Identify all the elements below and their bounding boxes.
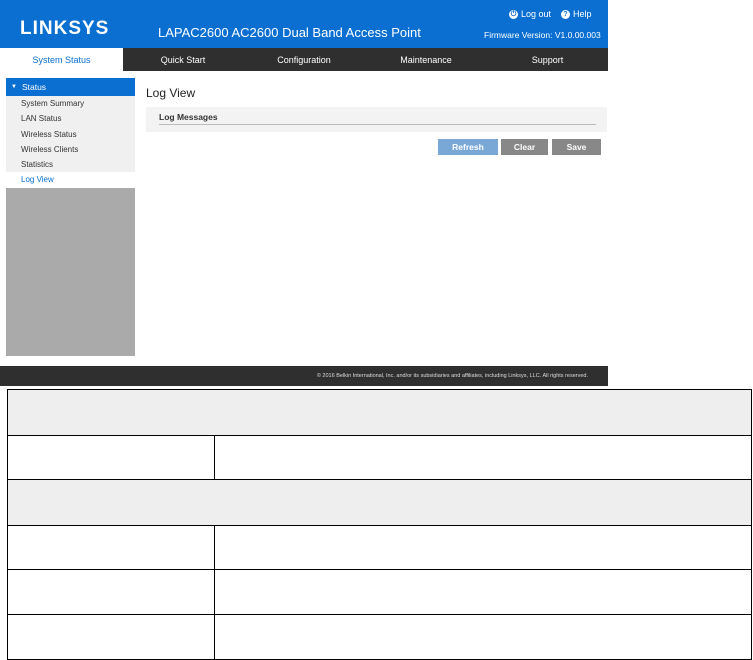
linksys-logo: LINKSYS (20, 18, 110, 39)
copyright-text: © 2016 Belkin International, Inc. and/or… (316, 373, 588, 379)
tab-quick-start[interactable]: Quick Start (123, 48, 243, 71)
sidebar-item-log-view[interactable]: Log View (6, 172, 135, 188)
sidebar-item-lan-status[interactable]: LAN Status (6, 111, 135, 126)
help-link[interactable]: ? Help (561, 8, 592, 20)
sidebar-item-wireless-clients[interactable]: Wireless Clients (6, 142, 135, 157)
sidebar-group-label: Status (21, 82, 47, 92)
tab-maintenance[interactable]: Maintenance (365, 48, 487, 71)
sidebar-item-system-summary[interactable]: System Summary (6, 96, 135, 111)
screenshot: LINKSYS LAPAC2600 AC2600 Dual Band Acces… (0, 0, 608, 386)
table-cell (7, 525, 215, 570)
tab-system-status[interactable]: System Status (0, 48, 123, 71)
table-cell (213, 614, 753, 660)
refresh-button[interactable]: Refresh (438, 139, 498, 155)
help-icon: ? (561, 9, 570, 19)
table-cell (213, 569, 753, 615)
table-cell (7, 569, 215, 615)
sidebar-list: System Summary LAN Status Wireless Statu… (6, 96, 135, 188)
tab-support[interactable]: Support (487, 48, 608, 71)
header-bar: LINKSYS LAPAC2600 AC2600 Dual Band Acces… (0, 0, 608, 48)
log-messages-title: Log Messages (159, 112, 218, 122)
power-icon: ⏻ (509, 9, 518, 19)
save-button[interactable]: Save (552, 139, 601, 155)
table-header-row (7, 389, 752, 436)
clear-button[interactable]: Clear (501, 139, 548, 155)
top-nav: System Status Quick Start Configuration … (0, 48, 608, 71)
help-label: Help (573, 9, 592, 19)
description-table (7, 389, 753, 660)
page-title: Log View (146, 86, 196, 100)
divider (159, 124, 596, 125)
logout-link[interactable]: ⏻ Log out (509, 8, 551, 20)
footer-bar: © 2016 Belkin International, Inc. and/or… (0, 366, 608, 386)
logout-label: Log out (521, 9, 552, 19)
sidebar-item-wireless-status[interactable]: Wireless Status (6, 127, 135, 142)
sidebar: ▼ Status System Summary LAN Status Wirel… (6, 78, 135, 356)
log-messages-panel: Log Messages (146, 107, 607, 132)
caret-down-icon: ▼ (11, 84, 17, 90)
table-cell (7, 435, 215, 480)
tab-configuration[interactable]: Configuration (243, 48, 365, 71)
sidebar-item-statistics[interactable]: Statistics (6, 157, 135, 172)
table-cell (7, 614, 215, 660)
table-cell (213, 525, 753, 570)
table-header-row (7, 479, 752, 526)
table-cell (213, 435, 753, 480)
sidebar-group-status[interactable]: ▼ Status (6, 78, 135, 96)
product-title: LAPAC2600 AC2600 Dual Band Access Point (158, 25, 421, 40)
firmware-version: Firmware Version: V1.0.00.003 (484, 30, 601, 40)
